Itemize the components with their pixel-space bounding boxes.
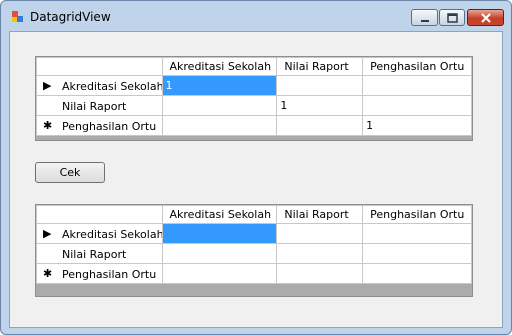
minimize-button[interactable] (411, 9, 438, 26)
minimize-icon (421, 20, 429, 22)
grid-cell[interactable] (362, 75, 472, 96)
grid-cell[interactable]: 1 (276, 95, 364, 116)
column-header[interactable]: Akreditasi Sekolah (161, 57, 278, 76)
row-header[interactable]: ▶ Akreditasi Sekolah (36, 223, 163, 244)
column-header[interactable]: Nilai Raport (276, 205, 364, 224)
current-row-arrow-icon: ▶ (43, 227, 52, 240)
datagrid-top[interactable]: Akreditasi Sekolah Nilai Raport Penghasi… (35, 56, 473, 141)
grid-cell[interactable] (161, 115, 278, 136)
maximize-button[interactable] (439, 9, 465, 26)
grid-cell[interactable] (276, 263, 364, 284)
grid-cell[interactable]: 1 (161, 75, 278, 96)
title-bar[interactable]: DatagridView (1, 1, 511, 31)
column-header[interactable]: Nilai Raport (276, 57, 364, 76)
column-header[interactable]: Akreditasi Sekolah (161, 205, 278, 224)
row-header[interactable]: ✱ Penghasilan Ortu (36, 263, 163, 284)
current-row-arrow-icon: ▶ (43, 79, 52, 92)
grid-cell[interactable] (161, 263, 278, 284)
row-header[interactable]: Nilai Raport (36, 243, 163, 264)
grid-cell[interactable] (276, 115, 364, 136)
grid-cell[interactable] (362, 95, 472, 116)
grid-cell[interactable]: 1 (362, 115, 472, 136)
grid-cell[interactable] (276, 223, 364, 244)
grid-cell[interactable] (276, 243, 364, 264)
app-icon (12, 11, 23, 22)
grid-corner (36, 57, 163, 76)
close-button[interactable] (467, 9, 504, 26)
cek-button[interactable]: Cek (35, 162, 105, 183)
datagrid-bottom[interactable]: Akreditasi Sekolah Nilai Raport Penghasi… (35, 204, 473, 297)
grid-cell[interactable] (362, 243, 472, 264)
row-header[interactable]: ▶ Akreditasi Sekolah (36, 75, 163, 96)
grid-cell[interactable] (276, 75, 364, 96)
grid-cell[interactable] (362, 223, 472, 244)
grid-cell[interactable] (161, 95, 278, 116)
new-row-asterisk-icon: ✱ (43, 267, 53, 280)
close-icon (481, 13, 491, 23)
grid-cell[interactable] (161, 223, 278, 244)
row-header[interactable]: ✱ Penghasilan Ortu (36, 115, 163, 136)
column-header[interactable]: Penghasilan Ortu (362, 205, 472, 224)
row-header[interactable]: Nilai Raport (36, 95, 163, 116)
grid-cell[interactable] (161, 243, 278, 264)
column-header[interactable]: Penghasilan Ortu (362, 57, 472, 76)
window-title: DatagridView (30, 10, 111, 24)
maximize-icon (447, 13, 458, 23)
grid-corner (36, 205, 163, 224)
new-row-asterisk-icon: ✱ (43, 119, 53, 132)
grid-cell[interactable] (362, 263, 472, 284)
